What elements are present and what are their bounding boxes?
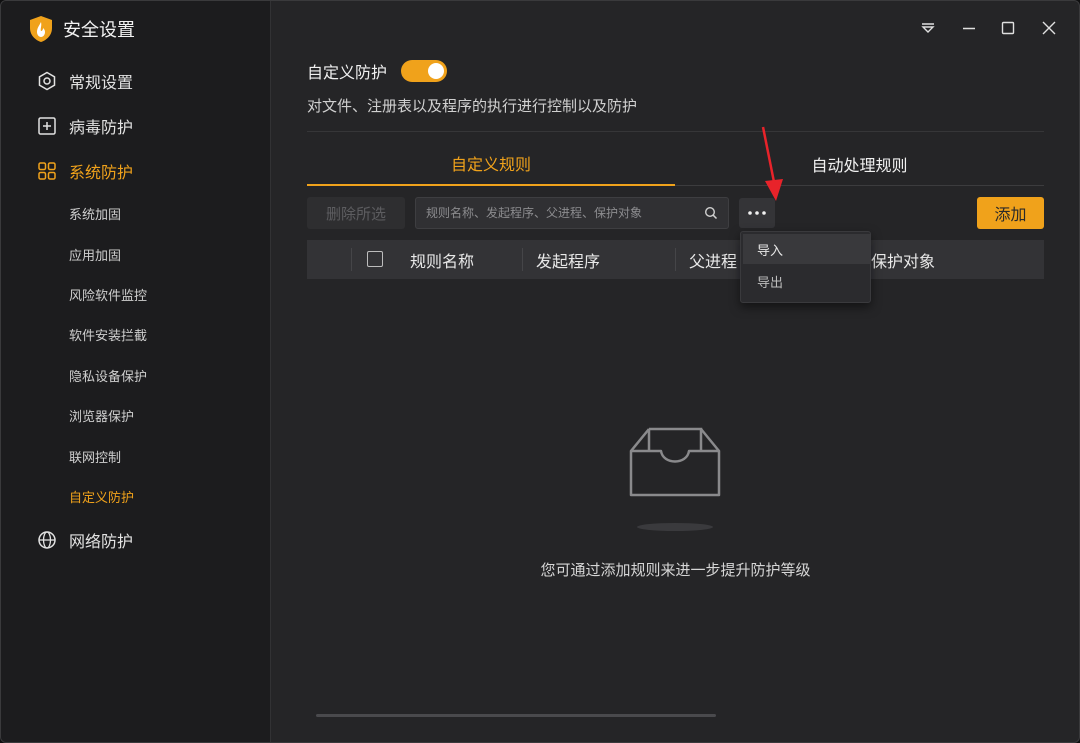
more-dropdown-menu: 导入 导出 bbox=[740, 231, 871, 303]
select-all-checkbox[interactable] bbox=[367, 251, 383, 267]
sidebar-subitem-install-block[interactable]: 软件安装拦截 bbox=[69, 324, 147, 344]
sidebar-subitem-network-control[interactable]: 联网控制 bbox=[69, 446, 121, 466]
sidebar-subitem-privacy-device[interactable]: 隐私设备保护 bbox=[69, 365, 147, 385]
app-title: 安全设置 bbox=[29, 15, 135, 43]
delete-selected-button[interactable]: 删除所选 bbox=[307, 197, 405, 229]
sidebar-item-virus[interactable]: 病毒防护 bbox=[37, 113, 133, 139]
column-header-parent-process[interactable]: 父进程 bbox=[689, 240, 737, 279]
annotation-arrow-icon bbox=[761, 126, 783, 201]
menu-button[interactable] bbox=[917, 17, 939, 39]
grid-icon bbox=[38, 162, 56, 180]
column-separator bbox=[675, 248, 676, 271]
sidebar-subitem-system-hardening[interactable]: 系统加固 bbox=[69, 203, 121, 223]
search-box[interactable] bbox=[415, 197, 729, 229]
search-icon[interactable] bbox=[704, 206, 718, 220]
sidebar-subitem-app-hardening[interactable]: 应用加固 bbox=[69, 244, 121, 264]
shield-logo-icon bbox=[30, 16, 52, 42]
minimize-icon bbox=[963, 27, 975, 30]
section-header: 自定义防护 bbox=[307, 59, 448, 83]
custom-protection-toggle[interactable] bbox=[401, 60, 448, 82]
menu-icon bbox=[921, 23, 935, 33]
section-description: 对文件、注册表以及程序的执行进行控制以及防护 bbox=[307, 97, 638, 115]
table-header: 规则名称 发起程序 父进程 保护对象 bbox=[307, 240, 1044, 279]
sidebar-item-label: 病毒防护 bbox=[69, 118, 134, 137]
close-button[interactable] bbox=[1038, 17, 1060, 39]
sidebar-item-general[interactable]: 常规设置 bbox=[37, 68, 133, 94]
divider bbox=[307, 131, 1044, 132]
sidebar-subitem-risk-software[interactable]: 风险软件监控 bbox=[69, 284, 147, 304]
search-input[interactable] bbox=[426, 206, 704, 220]
inbox-icon bbox=[629, 427, 721, 531]
rule-tabs: 自定义规则 自动处理规则 bbox=[307, 141, 1044, 186]
menu-item-export[interactable]: 导出 bbox=[743, 266, 870, 296]
sidebar-item-label: 网络防护 bbox=[69, 532, 134, 551]
column-header-rule-name[interactable]: 规则名称 bbox=[410, 240, 474, 279]
sidebar-subitem-custom[interactable]: 自定义防护 bbox=[69, 486, 134, 506]
sidebar-item-network[interactable]: 网络防护 bbox=[37, 527, 133, 553]
column-header-initiator[interactable]: 发起程序 bbox=[536, 240, 600, 279]
maximize-icon bbox=[1001, 21, 1015, 35]
horizontal-scrollbar[interactable] bbox=[316, 714, 716, 717]
empty-state-message: 您可通过添加规则来进一步提升防护等级 bbox=[540, 561, 811, 579]
gear-icon bbox=[38, 71, 56, 91]
ellipsis-icon bbox=[748, 211, 766, 215]
globe-icon bbox=[38, 531, 56, 549]
plus-square-icon bbox=[38, 117, 56, 135]
close-icon bbox=[1042, 21, 1056, 35]
minimize-button[interactable] bbox=[958, 17, 980, 39]
toggle-knob bbox=[428, 63, 445, 79]
add-rule-button[interactable]: 添加 bbox=[977, 197, 1044, 229]
menu-item-import[interactable]: 导入 bbox=[743, 234, 870, 264]
app-title-label: 安全设置 bbox=[63, 20, 135, 41]
column-header-protected-object[interactable]: 保护对象 bbox=[871, 240, 935, 279]
tab-auto-rules[interactable]: 自动处理规则 bbox=[675, 141, 1044, 186]
settings-window: 安全设置 常规设置 病毒防护 系统防护 系统加固 应用加固 风险软件监控 软件安… bbox=[0, 0, 1080, 743]
tab-custom-rules[interactable]: 自定义规则 bbox=[307, 141, 675, 186]
sidebar-subitem-browser[interactable]: 浏览器保护 bbox=[69, 405, 134, 425]
sidebar-item-system[interactable]: 系统防护 bbox=[37, 158, 133, 184]
sidebar-item-label: 系统防护 bbox=[69, 163, 134, 182]
column-separator bbox=[522, 248, 523, 271]
section-title: 自定义防护 bbox=[307, 63, 388, 82]
sidebar: 安全设置 常规设置 病毒防护 系统防护 系统加固 应用加固 风险软件监控 软件安… bbox=[1, 1, 271, 742]
maximize-button[interactable] bbox=[997, 17, 1019, 39]
sidebar-item-label: 常规设置 bbox=[69, 73, 134, 92]
column-separator bbox=[351, 248, 352, 271]
